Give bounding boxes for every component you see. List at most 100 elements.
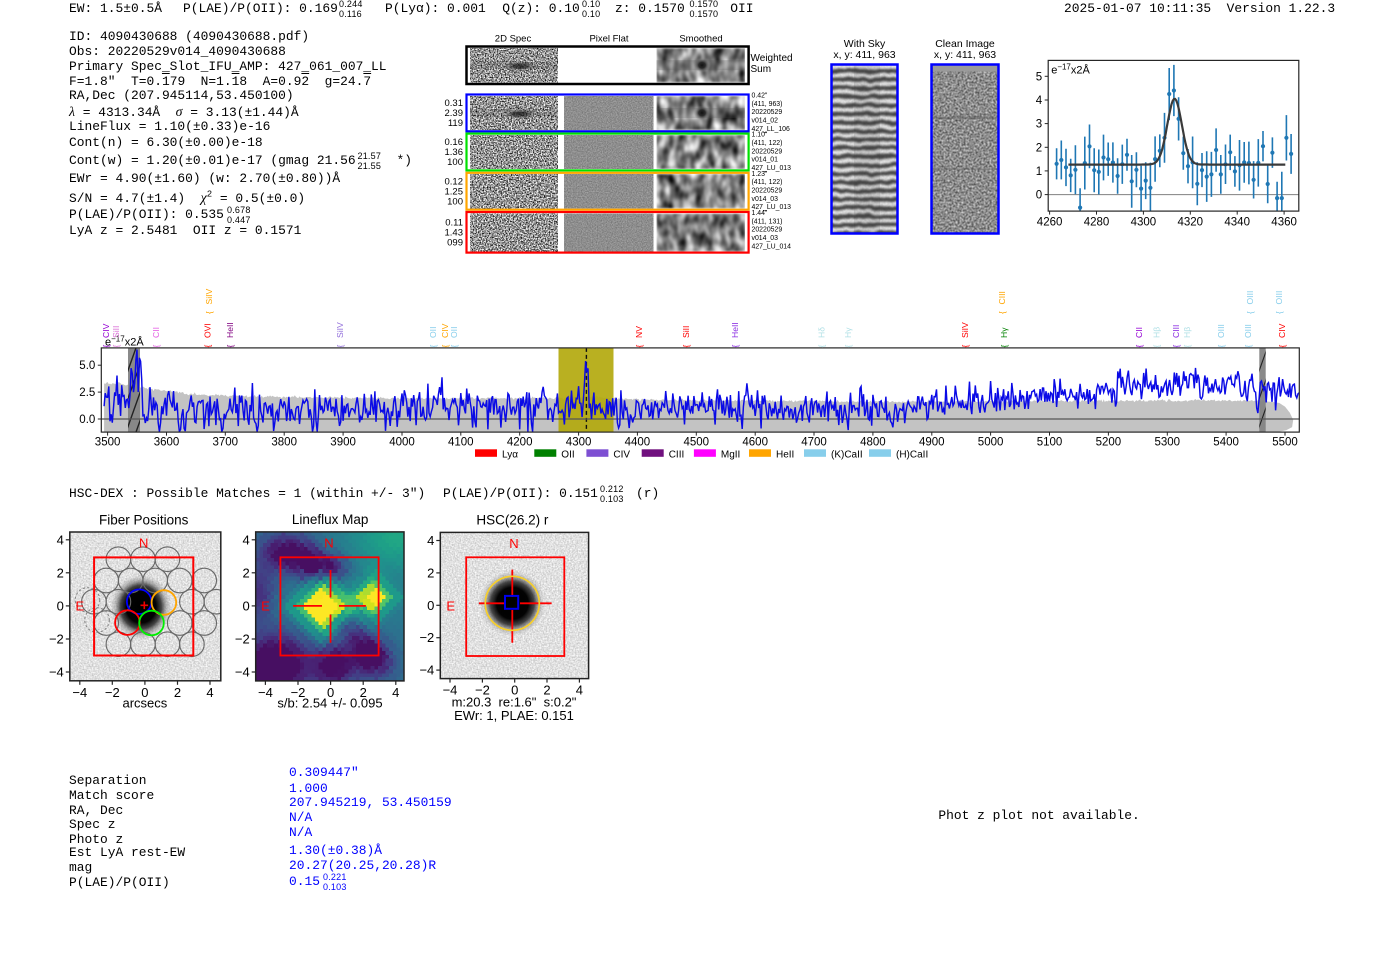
svg-text:(K)CaII: (K)CaII [831, 449, 863, 460]
svg-text:(411, 963): (411, 963) [752, 101, 783, 108]
svg-text:−2: −2 [49, 632, 64, 647]
svg-text:4260: 4260 [1037, 217, 1063, 229]
svg-text:SiIV: SiIV [335, 322, 345, 338]
svg-text:5300: 5300 [1155, 436, 1181, 448]
svg-text:{: { [1134, 345, 1144, 348]
svg-text:4200: 4200 [507, 436, 533, 448]
svg-text:EWr: 1, PLAE: 0.151: EWr: 1, PLAE: 0.151 [454, 708, 574, 723]
svg-text:CIV: CIV [101, 323, 111, 338]
svg-text:2: 2 [57, 565, 64, 580]
svg-text:1.23": 1.23" [752, 171, 768, 178]
svg-text:Hδ: Hδ [817, 327, 827, 338]
svg-text:1.44": 1.44" [752, 210, 768, 217]
svg-text:v014_02: v014_02 [752, 118, 779, 125]
svg-text:3600: 3600 [154, 436, 180, 448]
svg-text:5500: 5500 [1272, 436, 1298, 448]
svg-text:20220529: 20220529 [752, 109, 783, 116]
svg-text:Weighted: Weighted [751, 53, 793, 64]
svg-text:4360: 4360 [1271, 217, 1297, 229]
svg-text:HeII: HeII [776, 449, 794, 460]
svg-text:2: 2 [174, 685, 181, 700]
svg-text:3: 3 [1036, 119, 1042, 131]
svg-text:5100: 5100 [1037, 436, 1063, 448]
svg-text:{: { [101, 345, 111, 348]
svg-text:4900: 4900 [919, 436, 945, 448]
svg-text:{: { [1171, 345, 1181, 348]
svg-text:(H)CaII: (H)CaII [896, 449, 928, 460]
svg-text:{: { [225, 345, 235, 348]
svg-text:CIV: CIV [613, 449, 630, 460]
svg-text:OVI: OVI [203, 323, 213, 338]
svg-text:SiIV: SiIV [960, 322, 970, 338]
svg-text:v014_03: v014_03 [752, 235, 779, 242]
svg-text:4: 4 [206, 685, 213, 700]
svg-text:−4: −4 [419, 663, 434, 678]
svg-text:−2: −2 [419, 630, 434, 645]
svg-text:{: { [730, 345, 740, 348]
svg-text:OIII: OIII [1245, 291, 1255, 305]
svg-text:CIII: CIII [669, 449, 685, 460]
svg-text:{: { [449, 345, 459, 348]
svg-text:5200: 5200 [1096, 436, 1122, 448]
svg-text:3800: 3800 [271, 436, 297, 448]
svg-text:4500: 4500 [684, 436, 710, 448]
svg-text:{: { [335, 345, 345, 348]
svg-text:3900: 3900 [330, 436, 356, 448]
svg-text:v014_03: v014_03 [752, 196, 779, 203]
svg-text:N: N [139, 536, 148, 551]
svg-text:CIV: CIV [1277, 323, 1287, 338]
svg-text:E: E [261, 598, 270, 613]
svg-text:1: 1 [1036, 166, 1042, 178]
svg-text:HSC(26.2) r: HSC(26.2) r [476, 512, 549, 527]
svg-text:1.10": 1.10" [752, 132, 768, 139]
svg-text:Pixel Flat: Pixel Flat [589, 34, 628, 45]
svg-text:CII: CII [151, 327, 161, 338]
svg-text:2: 2 [427, 565, 434, 580]
svg-text:E: E [446, 598, 455, 613]
svg-text:Hγ: Hγ [999, 327, 1009, 338]
svg-text:{: { [111, 345, 121, 348]
svg-text:Hβ: Hβ [1152, 327, 1162, 338]
svg-text:{: { [997, 311, 1007, 314]
svg-text:{: { [960, 345, 970, 348]
svg-text:CIII: CIII [997, 291, 1007, 304]
svg-text:{: { [1152, 345, 1162, 348]
svg-text:4: 4 [427, 533, 434, 548]
svg-text:4320: 4320 [1178, 217, 1204, 229]
svg-text:099: 099 [447, 238, 463, 249]
svg-text:4: 4 [576, 683, 583, 698]
svg-text:{: { [1182, 345, 1192, 348]
svg-text:{: { [681, 345, 691, 348]
svg-text:Sum: Sum [751, 64, 772, 75]
svg-text:x, y: 411, 963: x, y: 411, 963 [934, 49, 996, 61]
svg-text:OII: OII [561, 449, 574, 460]
svg-text:0.42": 0.42" [752, 93, 768, 100]
svg-text:4400: 4400 [625, 436, 651, 448]
svg-text:Lyα: Lyα [502, 449, 518, 460]
svg-text:CIII: CIII [1171, 325, 1181, 338]
svg-text:4: 4 [392, 685, 399, 700]
svg-text:(411, 122): (411, 122) [752, 179, 783, 186]
svg-text:{: { [203, 345, 213, 348]
svg-text:0: 0 [242, 598, 249, 613]
svg-text:4300: 4300 [1131, 217, 1157, 229]
svg-text:−4: −4 [235, 665, 250, 680]
svg-text:20220529: 20220529 [752, 227, 783, 234]
svg-text:(411, 122): (411, 122) [752, 140, 783, 147]
svg-text:{: { [634, 345, 644, 348]
svg-text:{: { [999, 345, 1009, 348]
svg-text:{: { [1216, 345, 1226, 348]
svg-text:427_LU_014: 427_LU_014 [752, 243, 792, 250]
svg-text:OIII: OIII [1243, 324, 1253, 338]
svg-text:4700: 4700 [801, 436, 827, 448]
svg-text:Hγ: Hγ [843, 327, 853, 338]
svg-text:{: { [151, 345, 161, 348]
svg-text:4340: 4340 [1224, 217, 1250, 229]
svg-text:100: 100 [447, 196, 463, 207]
svg-text:5.0: 5.0 [79, 360, 95, 372]
svg-text:Fiber Positions: Fiber Positions [99, 513, 189, 528]
svg-text:{: { [843, 345, 853, 348]
svg-text:Smoothed: Smoothed [679, 34, 722, 45]
svg-text:4300: 4300 [566, 436, 592, 448]
svg-text:0: 0 [427, 598, 434, 613]
